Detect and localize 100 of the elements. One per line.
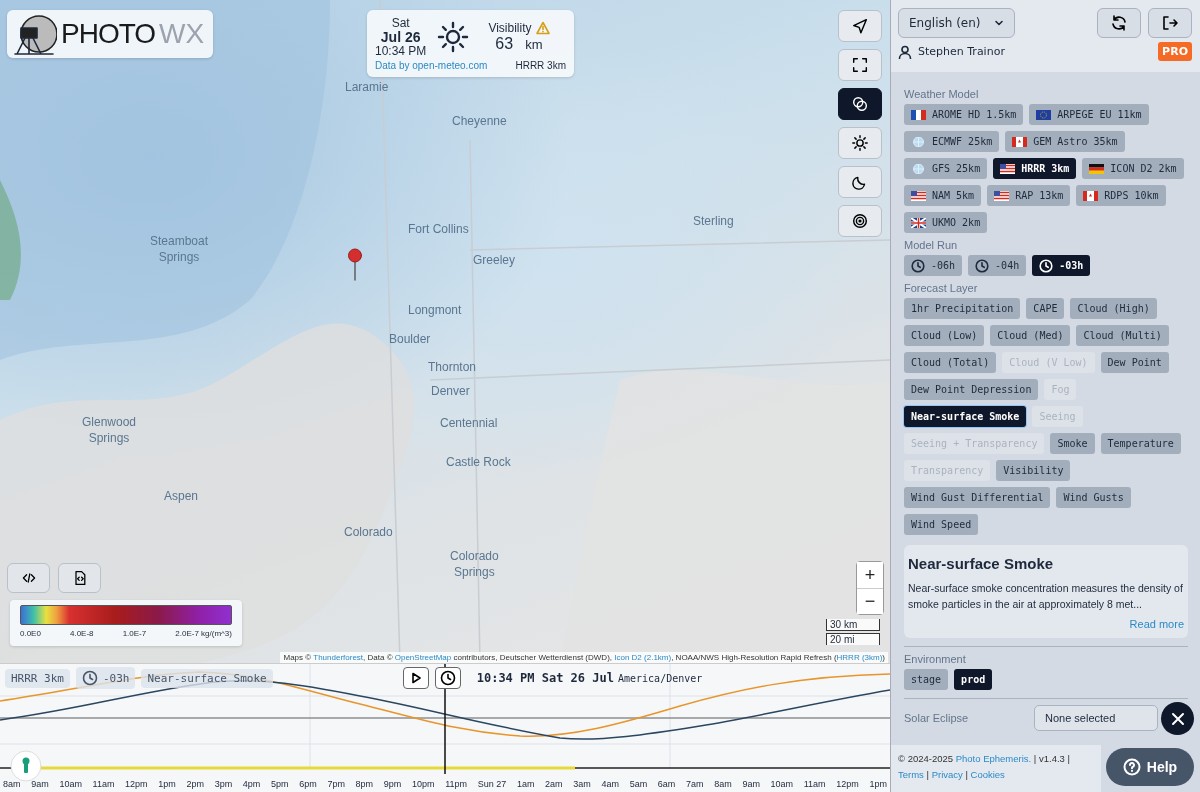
option-chip[interactable]: stage (904, 669, 949, 690)
footer-link[interactable]: Cookies (970, 769, 1005, 780)
tool-button[interactable] (58, 563, 101, 593)
option-chip[interactable]: CAPE (1026, 298, 1065, 319)
option-chip[interactable]: -04h (968, 255, 1027, 276)
scale-bar: 30 km (826, 619, 880, 631)
hour-label: 10am (770, 779, 794, 789)
option-chip[interactable]: ARPEGE EU 11km (1029, 104, 1149, 125)
option-chip[interactable]: Cloud (Low) (904, 325, 985, 346)
metric-unit: km (525, 37, 543, 52)
option-chip[interactable]: UKMO 2km (904, 212, 988, 233)
option-chip[interactable]: Smoke (1050, 433, 1095, 454)
description-title: Near-surface Smoke (908, 555, 1055, 572)
help-button[interactable]: Help (1106, 748, 1194, 786)
target-icon (851, 212, 869, 230)
option-chip[interactable]: Cloud (Total) (904, 352, 997, 373)
field-label: Solar Eclipse (904, 712, 969, 724)
option-chip[interactable]: Cloud (Multi) (1076, 325, 1169, 346)
footer-link[interactable]: Terms (898, 769, 924, 780)
option-chip[interactable]: NAM 5km (904, 185, 982, 206)
hour-label: 4pm (242, 779, 261, 789)
camera-on-tripod-icon (13, 12, 57, 56)
option-chip[interactable]: GFS 25km (904, 158, 988, 179)
city-label: Glenwood Springs (82, 414, 137, 446)
legend-tick: 2.0E-7 kg/(m^3) (175, 629, 232, 638)
globe-icon (911, 136, 926, 147)
flag-icon (1036, 109, 1052, 120)
play-icon (409, 672, 422, 684)
option-chip[interactable]: Wind Gusts (1056, 487, 1131, 508)
option-chip[interactable]: Dew Point (1100, 352, 1169, 373)
option-chip[interactable]: Temperature (1100, 433, 1181, 454)
option-chip[interactable]: Wind Gust Differential (904, 487, 1051, 508)
footer-link[interactable]: Photo Ephemeris. (955, 753, 1032, 764)
hour-label: 8am (714, 779, 732, 789)
section-title: Weather Model (904, 88, 980, 100)
attribution-link[interactable]: OpenStreetMap (394, 653, 452, 662)
logo-text: PHOTO (61, 18, 156, 50)
map-control-button[interactable] (838, 88, 882, 120)
hour-label: 9am (742, 779, 760, 789)
clock-icon (1039, 258, 1054, 273)
fullscreen-icon (851, 56, 869, 74)
option-chip[interactable]: -03h (1032, 255, 1091, 276)
city-label: Aspen (164, 488, 199, 504)
flag-icon (994, 190, 1010, 201)
legend-tick: 1.0E-7 (122, 629, 147, 638)
legend-tick: 0.0E0 (20, 629, 41, 638)
data-source-link[interactable]: Data by open-meteo.com (375, 60, 488, 71)
sun-icon (851, 134, 869, 152)
person-marker-icon[interactable] (10, 750, 42, 782)
hour-label: 4am (601, 779, 619, 789)
timezone-label: America/Denver (618, 672, 703, 684)
option-chip[interactable]: ICON D2 2km (1082, 158, 1184, 179)
option-chip[interactable]: RAP 13km (987, 185, 1071, 206)
hour-label: Sun 27 (477, 779, 507, 789)
navigation-arrow-icon (851, 17, 869, 35)
hour-label: 8pm (355, 779, 374, 789)
hour-label: 6pm (299, 779, 317, 789)
hour-label: 6am (657, 779, 676, 789)
option-chip[interactable]: RDPS 10km (1076, 185, 1166, 206)
eclipse-select[interactable]: None selected (1034, 705, 1158, 731)
question-icon (1122, 758, 1141, 776)
metric-value: 63 (495, 35, 514, 53)
day-label: Sat (391, 16, 410, 30)
language-select[interactable]: English (en) (898, 8, 1015, 38)
option-chip[interactable]: Visibility (996, 460, 1071, 481)
option-chip[interactable]: ECMWF 25km (904, 131, 1000, 152)
play-button[interactable] (402, 667, 429, 689)
option-chip[interactable]: Cloud (High) (1070, 298, 1157, 319)
option-chip[interactable]: Cloud (Med) (990, 325, 1071, 346)
city-label: Boulder (389, 331, 431, 347)
logo-text: WX (159, 18, 205, 50)
zoom-out-button[interactable]: − (857, 588, 883, 614)
option-chip[interactable]: Dew Point Depression (904, 379, 1039, 400)
option-chip[interactable]: HRRR 3km (993, 158, 1077, 179)
tool-button[interactable] (7, 563, 50, 593)
hour-label: 12pm (836, 779, 859, 789)
current-time: 10:34 PM Sat 26 Jul (476, 671, 614, 685)
refresh-button[interactable] (1097, 8, 1141, 38)
option-chip[interactable]: -06h (904, 255, 963, 276)
model-run-chip: -03h (76, 667, 136, 689)
hour-label: 11am (92, 779, 115, 789)
option-chip[interactable]: GEM Astro 35km (1005, 131, 1125, 152)
option-chip[interactable]: Near-surface Smoke (904, 406, 1027, 427)
hour-label: 5am (629, 779, 648, 789)
logout-button[interactable] (1148, 8, 1192, 38)
flag-icon (911, 109, 926, 120)
chevron-down-icon (994, 18, 1004, 28)
option-chip[interactable]: 1hr Precipitation (904, 298, 1021, 319)
clock-icon (911, 258, 925, 273)
option-chip[interactable]: AROME HD 1.5km (904, 104, 1024, 125)
option-chip[interactable]: prod (954, 669, 993, 690)
city-label: Colorado Springs (450, 548, 499, 580)
pro-badge: PRO (1158, 42, 1192, 61)
hour-label: 2am (545, 779, 563, 789)
now-button[interactable] (434, 667, 461, 689)
city-label: Greeley (473, 252, 516, 268)
layer-chip: Near-surface Smoke (141, 668, 273, 688)
option-chip[interactable]: Wind Speed (904, 514, 979, 535)
section-title: Model Run (904, 239, 959, 251)
globe-icon (911, 163, 926, 174)
